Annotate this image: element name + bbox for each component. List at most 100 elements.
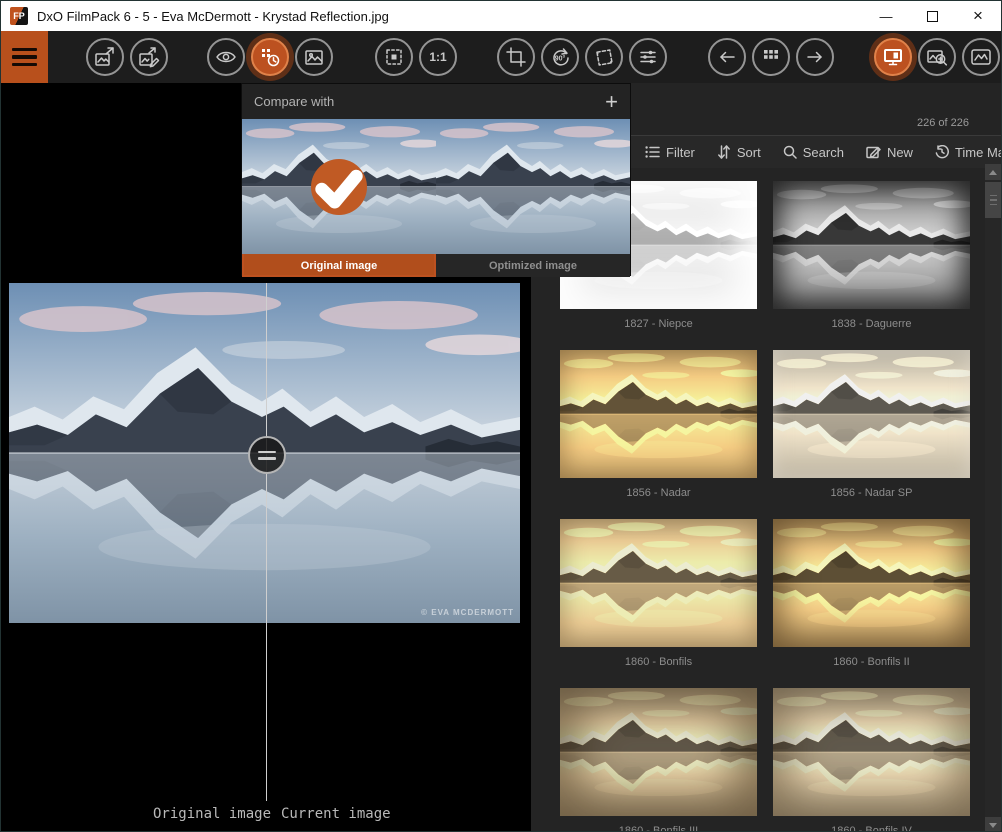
perspective-button[interactable]	[585, 38, 623, 76]
scroll-down-button[interactable]	[985, 817, 1001, 832]
close-button[interactable]: ×	[955, 1, 1001, 31]
compare-original-thumbnail	[242, 119, 436, 254]
rotate-90-icon: 90°	[549, 46, 571, 68]
new-label: New	[887, 145, 913, 160]
sliders-icon	[637, 46, 659, 68]
time-machine-button[interactable]: Time Machine	[935, 145, 1002, 160]
preset-thumbnail[interactable]: 1860 - Bonfils II	[773, 519, 970, 670]
time-machine-label: Time Machine	[955, 145, 1002, 160]
filter-label: Filter	[666, 145, 695, 160]
export-edit-button[interactable]	[130, 38, 168, 76]
filter-button[interactable]: Filter	[645, 145, 695, 160]
rotate-90-button[interactable]: 90°	[541, 38, 579, 76]
scroll-down-icon	[989, 823, 997, 828]
search-label: Search	[803, 145, 844, 160]
crop-icon	[505, 46, 527, 68]
perspective-icon	[593, 46, 615, 68]
image-zoom-icon	[926, 46, 948, 68]
library-scrollbar[interactable]	[985, 164, 1001, 832]
selected-check-icon	[311, 159, 367, 215]
preset-label: 1827 - Niepce	[560, 318, 757, 332]
histogram-icon	[970, 46, 992, 68]
thumbnails-grid-button[interactable]	[752, 38, 790, 76]
new-preset-button[interactable]: New	[866, 145, 913, 160]
display-mode-button[interactable]	[874, 38, 912, 76]
new-icon	[866, 145, 881, 159]
preset-thumbnail[interactable]: 1838 - Daguerre	[773, 181, 970, 332]
menu-button[interactable]	[1, 31, 48, 83]
time-machine-icon	[935, 145, 949, 159]
selection-tool-button[interactable]	[375, 38, 413, 76]
export-button[interactable]	[86, 38, 124, 76]
preset-label: 1860 - Bonfils III	[560, 825, 757, 832]
image-view-button[interactable]	[295, 38, 333, 76]
compare-item-original[interactable]: Original image	[242, 119, 436, 277]
search-button[interactable]: Search	[783, 145, 844, 160]
compare-original-label: Original image	[242, 254, 436, 277]
scroll-up-button[interactable]	[985, 164, 1001, 180]
preset-thumbnail[interactable]: 1856 - Nadar	[560, 350, 757, 501]
compare-with-panel: Compare with + Original image Optimized …	[241, 83, 631, 276]
maximize-button[interactable]	[909, 1, 955, 31]
sort-icon	[717, 145, 731, 159]
preset-count: 226 of 226	[917, 117, 969, 129]
title-bar: FP DxO FilmPack 6 - 5 - Eva McDermott - …	[1, 1, 1001, 31]
sort-label: Sort	[737, 145, 761, 160]
crop-button[interactable]	[497, 38, 535, 76]
zoom-1-1-label: 1:1	[429, 50, 446, 64]
previous-image-button[interactable]	[708, 38, 746, 76]
selection-icon	[383, 46, 405, 68]
watermark-text: © EVA MCDERMOTT	[421, 608, 514, 617]
arrow-right-icon	[804, 46, 826, 68]
compare-panel-title: Compare with	[254, 94, 334, 109]
histogram-button[interactable]	[962, 38, 1000, 76]
preset-thumbnail[interactable]: 1860 - Bonfils IV	[773, 688, 970, 832]
search-icon	[783, 145, 797, 159]
scroll-up-icon	[989, 170, 997, 175]
window-controls: — ×	[863, 1, 1001, 31]
preset-label: 1860 - Bonfils	[560, 656, 757, 670]
split-handle[interactable]	[248, 436, 286, 474]
compare-item-optimized[interactable]: Optimized image	[436, 119, 630, 277]
compare-panel-body: Original image Optimized image	[242, 119, 630, 277]
window-title: DxO FilmPack 6 - 5 - Eva McDermott - Kry…	[37, 9, 389, 24]
preview-toggle-button[interactable]	[207, 38, 245, 76]
original-image-label: Original image	[153, 806, 271, 822]
preset-thumbnail[interactable]: 1856 - Nadar SP	[773, 350, 970, 501]
compare-history-icon	[259, 46, 281, 68]
add-comparison-button[interactable]: +	[605, 91, 618, 113]
preset-label: 1860 - Bonfils IV	[773, 825, 970, 832]
image-icon	[303, 46, 325, 68]
preset-label: 1838 - Daguerre	[773, 318, 970, 332]
preset-label: 1860 - Bonfils II	[773, 656, 970, 670]
svg-text:90°: 90°	[555, 55, 566, 63]
preset-label: 1856 - Nadar	[560, 487, 757, 501]
compare-presets-button[interactable]	[251, 38, 289, 76]
minimize-button[interactable]: —	[863, 1, 909, 31]
eye-icon	[215, 46, 237, 68]
main-toolbar: 1:1 90°	[1, 31, 1001, 83]
loupe-button[interactable]	[918, 38, 956, 76]
preset-thumbnail[interactable]: 1860 - Bonfils	[560, 519, 757, 670]
compare-optimized-label: Optimized image	[436, 254, 630, 277]
compare-panel-header: Compare with +	[242, 84, 630, 119]
grid-icon	[760, 46, 782, 68]
scrollbar-thumb[interactable]	[985, 182, 1001, 218]
adjustments-button[interactable]	[629, 38, 667, 76]
export-image-icon	[94, 46, 116, 68]
preset-label: 1856 - Nadar SP	[773, 487, 970, 501]
split-divider[interactable]	[266, 283, 267, 801]
maximize-icon	[927, 11, 938, 22]
preset-thumbnail[interactable]: 1860 - Bonfils III	[560, 688, 757, 832]
export-edit-icon	[138, 46, 160, 68]
app-window: FP DxO FilmPack 6 - 5 - Eva McDermott - …	[0, 0, 1002, 832]
app-logo-icon: FP	[10, 7, 28, 25]
filter-icon	[645, 145, 660, 159]
current-image-label: Current image	[281, 806, 391, 822]
arrow-left-icon	[716, 46, 738, 68]
zoom-1-1-button[interactable]: 1:1	[419, 38, 457, 76]
next-image-button[interactable]	[796, 38, 834, 76]
sort-button[interactable]: Sort	[717, 145, 761, 160]
monitor-icon	[882, 46, 904, 68]
compare-optimized-thumbnail	[436, 119, 630, 254]
